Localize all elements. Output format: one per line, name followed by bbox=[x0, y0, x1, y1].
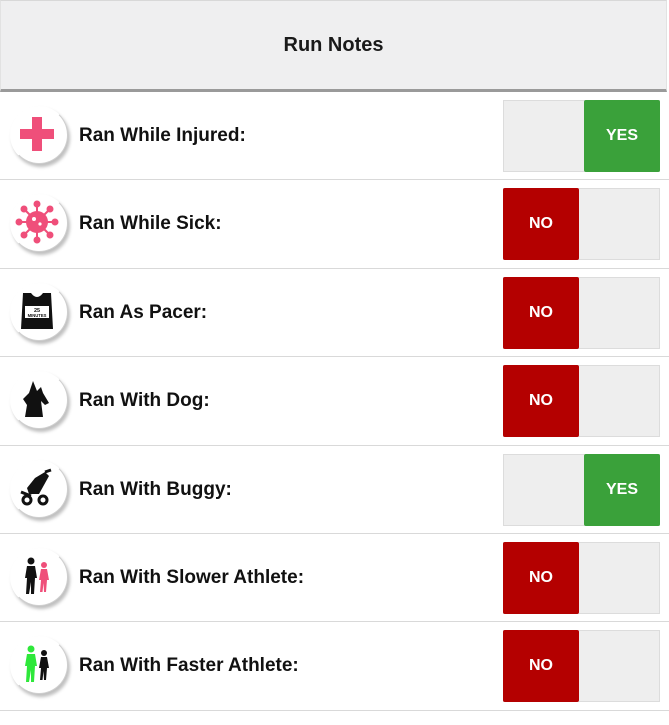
toggle-knob-no: NO bbox=[503, 365, 579, 438]
toggle-knob-no: NO bbox=[503, 630, 579, 703]
list-item-ran-while-sick: Ran While Sick: NO bbox=[0, 180, 669, 269]
medical-cross-icon bbox=[20, 117, 54, 151]
icon-badge bbox=[10, 106, 68, 164]
faster-athlete-icon bbox=[25, 645, 49, 683]
list-item-ran-as-pacer: 25 MINUTES Ran As Pacer: NO bbox=[0, 269, 669, 358]
ran-while-injured-toggle[interactable]: YES bbox=[503, 100, 660, 172]
buggy-icon bbox=[20, 468, 52, 506]
ran-with-slower-athlete-toggle[interactable]: NO bbox=[503, 541, 660, 614]
virus-icon bbox=[15, 200, 59, 244]
icon-badge bbox=[10, 547, 68, 606]
row-label: Ran With Slower Athlete: bbox=[79, 566, 305, 588]
icon-badge bbox=[10, 371, 68, 430]
ran-while-sick-toggle[interactable]: NO bbox=[503, 188, 660, 261]
ran-with-faster-athlete-toggle[interactable]: NO bbox=[503, 630, 660, 703]
row-label: Ran With Faster Athlete: bbox=[79, 655, 299, 677]
ran-with-buggy-toggle[interactable]: YES bbox=[503, 453, 660, 526]
icon-badge bbox=[10, 636, 68, 695]
page-title: Run Notes bbox=[283, 33, 384, 56]
pacer-vest-icon: 25 MINUTES bbox=[21, 292, 53, 329]
list-item-ran-with-slower-athlete: Ran With Slower Athlete: NO bbox=[0, 534, 669, 623]
list-item-ran-with-buggy: Ran With Buggy: YES bbox=[0, 446, 669, 534]
icon-badge: 25 MINUTES bbox=[10, 282, 68, 341]
toggle-knob-no: NO bbox=[503, 276, 579, 349]
list-item-ran-with-dog: Ran With Dog: NO bbox=[0, 357, 669, 446]
row-label: Ran As Pacer: bbox=[79, 301, 208, 323]
slower-athlete-icon bbox=[25, 557, 49, 594]
toggle-knob-yes: YES bbox=[584, 100, 660, 172]
toggle-knob-yes: YES bbox=[584, 453, 660, 526]
svg-text:MINUTES: MINUTES bbox=[28, 313, 47, 318]
ran-with-dog-toggle[interactable]: NO bbox=[503, 365, 660, 438]
header-bar: Run Notes bbox=[0, 0, 667, 92]
row-label: Ran While Sick: bbox=[79, 213, 222, 235]
dog-icon bbox=[23, 381, 49, 418]
icon-badge bbox=[10, 194, 68, 253]
toggle-knob-no: NO bbox=[503, 188, 579, 261]
row-label: Ran With Dog: bbox=[79, 390, 210, 412]
list-item-ran-with-faster-athlete: Ran With Faster Athlete: NO bbox=[0, 622, 669, 711]
list-item-ran-while-injured: Ran While Injured: YES bbox=[0, 92, 669, 181]
icon-badge bbox=[10, 459, 68, 518]
run-notes-list: Ran While Injured: YES Ran While Sick: N… bbox=[0, 92, 669, 711]
ran-as-pacer-toggle[interactable]: NO bbox=[503, 276, 660, 349]
toggle-knob-no: NO bbox=[503, 541, 579, 614]
row-label: Ran With Buggy: bbox=[79, 478, 232, 500]
row-label: Ran While Injured: bbox=[79, 125, 246, 146]
